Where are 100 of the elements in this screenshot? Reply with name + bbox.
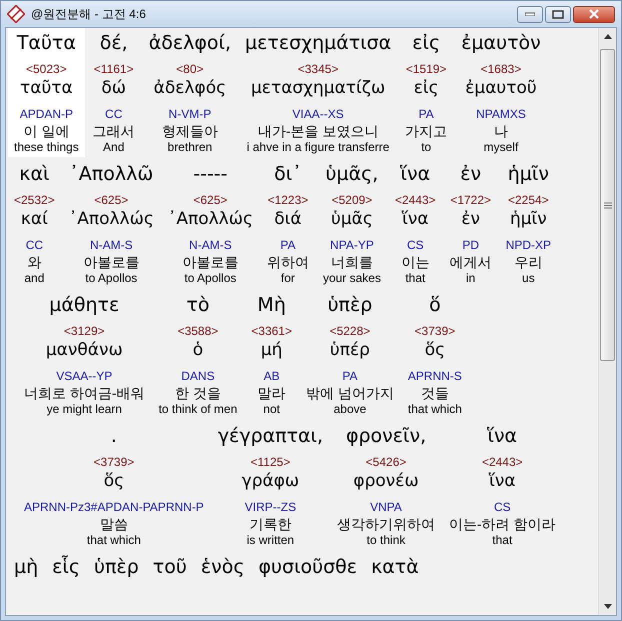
- greek-word: τοῦ: [152, 555, 187, 580]
- word-block[interactable]: δι᾿ <1223> διά PA 위하여 for: [260, 159, 315, 288]
- lemma-word: μετασχηματίζω: [250, 77, 386, 100]
- greek-word: καὶ: [19, 162, 50, 187]
- english-gloss: to Apollos: [85, 271, 138, 286]
- word-block[interactable]: ἐμαυτὸν <1683> ἐμαυτοῦ NPAMXS 나 myself: [455, 28, 547, 157]
- english-gloss: to: [421, 140, 432, 155]
- english-gloss: these things: [14, 140, 79, 155]
- lemma-word: ὅς: [104, 470, 124, 493]
- lemma-word: καί: [20, 208, 48, 231]
- word-block[interactable]: μάθητε <3129> μανθάνω VSAA--YP 너희로 하여금-배워 ye might learn: [18, 290, 151, 419]
- word-block[interactable]: Μὴ <3361> μή AB 말라 not: [245, 290, 298, 419]
- parsing-code: NPA-YP: [330, 237, 374, 253]
- word-block[interactable]: καὶ <2532> καί CC 와 and: [8, 159, 61, 288]
- lemma-word: μή: [260, 339, 282, 362]
- scroll-up-icon[interactable]: [604, 34, 612, 39]
- strong-number: <3739>: [94, 454, 134, 470]
- strong-number: <5209>: [332, 192, 372, 208]
- greek-word: ὑπὲρ: [328, 293, 372, 318]
- parsing-code: N-AM-S: [90, 237, 133, 253]
- word-block[interactable]: ἀδελφοί, <80> ἀδελφός N-VM-P 형제들아 brethren: [142, 28, 238, 157]
- word-block[interactable]: Ταῦτα <5023> ταῦτα APDAN-P 이 일에 these things: [8, 28, 85, 157]
- parsing-code: N-VM-P: [168, 106, 212, 122]
- english-gloss: to Apollos: [184, 271, 236, 286]
- strong-number: <3345>: [298, 61, 338, 77]
- english-gloss: and: [24, 271, 44, 286]
- greek-word: δι᾿: [274, 162, 302, 187]
- lemma-word: ᾿Απολλώς: [68, 208, 154, 231]
- strong-number: <3129>: [64, 323, 105, 339]
- parsing-code: CS: [494, 499, 511, 515]
- english-gloss: not: [263, 402, 280, 417]
- word-block[interactable]: μὴ: [8, 552, 44, 583]
- parsing-code: PA: [280, 237, 296, 253]
- parsing-code: CC: [26, 237, 44, 253]
- scroll-down-icon[interactable]: [604, 604, 612, 609]
- english-gloss: us: [522, 271, 535, 286]
- strong-number: <2254>: [508, 192, 549, 208]
- word-block[interactable]: ἑνὸς: [194, 552, 250, 583]
- greek-word: φυσιοῦσθε: [258, 555, 358, 580]
- word-block[interactable]: τὸ <3588> ὁ DANS 한 것을 to think of men: [152, 290, 244, 419]
- word-block[interactable]: . <3739> ὅς APRNN-Pz3#APDAN-PAPRNN-P 말씀 that which: [18, 421, 210, 550]
- word-block[interactable]: εἷς: [46, 552, 86, 583]
- english-gloss: to think: [366, 533, 406, 548]
- maximize-button[interactable]: [545, 6, 571, 22]
- lemma-word: ὑμᾶς: [331, 208, 373, 231]
- lemma-word: ἵνα: [402, 208, 429, 231]
- english-gloss: myself: [484, 140, 518, 155]
- greek-word: ἐμαυτὸν: [461, 31, 541, 56]
- word-block[interactable]: τοῦ: [146, 552, 193, 583]
- word-block[interactable]: μετεσχημάτισα <3345> μετασχηματίζω VIAA--XS 내가-본을 보였으니 i ahve in a figure transferre: [239, 28, 398, 157]
- strong-number: <3361>: [251, 323, 292, 339]
- word-block[interactable]: ὑπὲρ: [88, 552, 145, 583]
- word-block[interactable]: ἵνα <2443> ἵνα CS 이는-하려 함이라 that: [443, 421, 562, 550]
- word-block[interactable]: ὑπὲρ <5228> ὑπέρ PA 밖에 넘어가지 above: [300, 290, 400, 419]
- word-block[interactable]: ὑμᾶς, <5209> ὑμᾶς NPA-YP 너희를 your sakes: [316, 159, 387, 288]
- scroll-thumb[interactable]: [600, 49, 615, 361]
- strong-number: <5023>: [26, 61, 67, 77]
- greek-word: δέ,: [100, 31, 128, 56]
- greek-word: ἡμῖν: [508, 162, 549, 187]
- word-block[interactable]: ἡμῖν <2254> ἡμῖν NPD-XP 우리 us: [500, 159, 558, 288]
- korean-gloss: 말씀: [100, 515, 128, 533]
- close-button[interactable]: [573, 6, 615, 22]
- korean-gloss: 나: [494, 122, 508, 140]
- lemma-word: δώ: [101, 77, 126, 100]
- greek-word: μάθητε: [49, 293, 120, 318]
- parsing-code: DANS: [181, 368, 215, 384]
- parsing-code: APRNN-S: [408, 368, 462, 384]
- word-block[interactable]: γέγραπται, <1125> γράφω VIRP--ZS 기록한 is written: [212, 421, 330, 550]
- word-block[interactable]: εἰς <1519> εἰς PA 가지고 to: [399, 28, 454, 157]
- greek-word: ἀδελφοί,: [148, 31, 232, 56]
- lemma-word: ταῦτα: [20, 77, 73, 100]
- word-block[interactable]: κατὰ: [365, 552, 425, 583]
- word-block[interactable]: φυσιοῦσθε: [252, 552, 364, 583]
- word-block[interactable]: ὅ <3739> ὅς APRNN-S 것들 that which: [402, 290, 468, 419]
- strong-number: <1125>: [250, 454, 290, 470]
- lemma-word: ὅς: [424, 339, 446, 362]
- greek-word: .: [110, 424, 117, 449]
- word-block[interactable]: ᾿Απολλῶ <625> ᾿Απολλώς N-AM-S 아볼로를 to Apollos: [62, 159, 160, 288]
- lemma-word: φρονέω: [353, 470, 419, 493]
- word-block[interactable]: ----- <625> ᾿Απολλώς N-AM-S 아볼로를 to Apollos: [162, 159, 259, 288]
- strong-number: <3588>: [178, 323, 218, 339]
- korean-gloss: 내가-본을 보였으니: [258, 122, 378, 140]
- strong-number: <1683>: [480, 61, 522, 77]
- word-block[interactable]: δέ, <1161> δώ CC 그래서 And: [86, 28, 141, 157]
- greek-word: τὸ: [186, 293, 210, 318]
- strong-number: <1519>: [406, 61, 447, 77]
- word-block[interactable]: ἵνα <2443> ἵνα CS 이는 that: [388, 159, 442, 288]
- word-block[interactable]: ἐν <1722> ἐν PD 에게서 in: [444, 159, 498, 288]
- english-gloss: that: [492, 533, 512, 548]
- korean-gloss: 밖에 넘어가지: [306, 384, 394, 402]
- strong-number: <5426>: [366, 454, 406, 470]
- scrollbar[interactable]: [598, 28, 616, 615]
- lemma-word: ᾿Απολλώς: [168, 208, 253, 231]
- korean-gloss: 아볼로를: [182, 253, 238, 271]
- word-block[interactable]: φρονεῖν, <5426> φρονέω VNPA 생각하기위하여 to think: [331, 421, 442, 550]
- parsing-code: PD: [462, 237, 480, 253]
- close-icon: [588, 9, 600, 19]
- parsing-code: VIAA--XS: [292, 106, 344, 122]
- minimize-button[interactable]: [517, 6, 543, 22]
- greek-word: φρονεῖν,: [346, 424, 426, 449]
